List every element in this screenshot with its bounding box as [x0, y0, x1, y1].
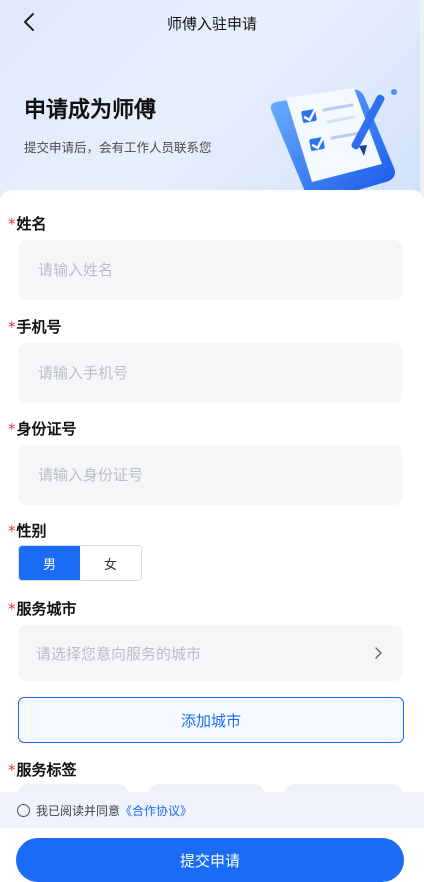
- chevron-left-icon[interactable]: [18, 10, 42, 34]
- submit-button[interactable]: 提交申请: [16, 838, 404, 882]
- service-tags-label: *服务标签: [8, 761, 77, 779]
- page-title: 师傅入驻申请: [166, 14, 257, 33]
- checklist-illustration-icon: [270, 88, 397, 202]
- chevron-right-icon: [375, 647, 382, 659]
- phone-input[interactable]: [36, 363, 384, 383]
- name-label: *姓名: [8, 215, 47, 233]
- agreement-radio[interactable]: [17, 803, 30, 817]
- service-city-label: *服务城市: [8, 600, 77, 618]
- id-number-field[interactable]: [18, 445, 402, 505]
- agreement-link[interactable]: 《合作协议》: [120, 802, 192, 819]
- gender-label: *性别: [8, 522, 47, 540]
- gender-option-male[interactable]: 男: [19, 546, 80, 580]
- phone-label: *手机号: [8, 318, 62, 336]
- hero-title: 申请成为师傅: [24, 98, 157, 123]
- agreement-text: 我已阅读并同意: [36, 803, 121, 818]
- gender-toggle: 男 女: [18, 545, 142, 581]
- service-city-picker[interactable]: 请选择您意向服务的城市: [18, 625, 402, 681]
- id-number-label: *身份证号: [8, 420, 77, 438]
- hero-subtitle: 提交申请后，会有工作人员联系您: [24, 140, 212, 155]
- add-city-button[interactable]: 添加城市: [18, 697, 404, 743]
- agreement-bar: 我已阅读并同意 《合作协议》: [0, 792, 424, 828]
- gender-option-female[interactable]: 女: [80, 546, 141, 580]
- id-number-input[interactable]: [36, 465, 384, 485]
- nav-bar: 师傅入驻申请: [0, 0, 424, 46]
- name-field[interactable]: [18, 240, 402, 300]
- phone-field[interactable]: [18, 343, 402, 403]
- service-city-placeholder: 请选择您意向服务的城市: [36, 644, 202, 663]
- name-input[interactable]: [36, 260, 384, 280]
